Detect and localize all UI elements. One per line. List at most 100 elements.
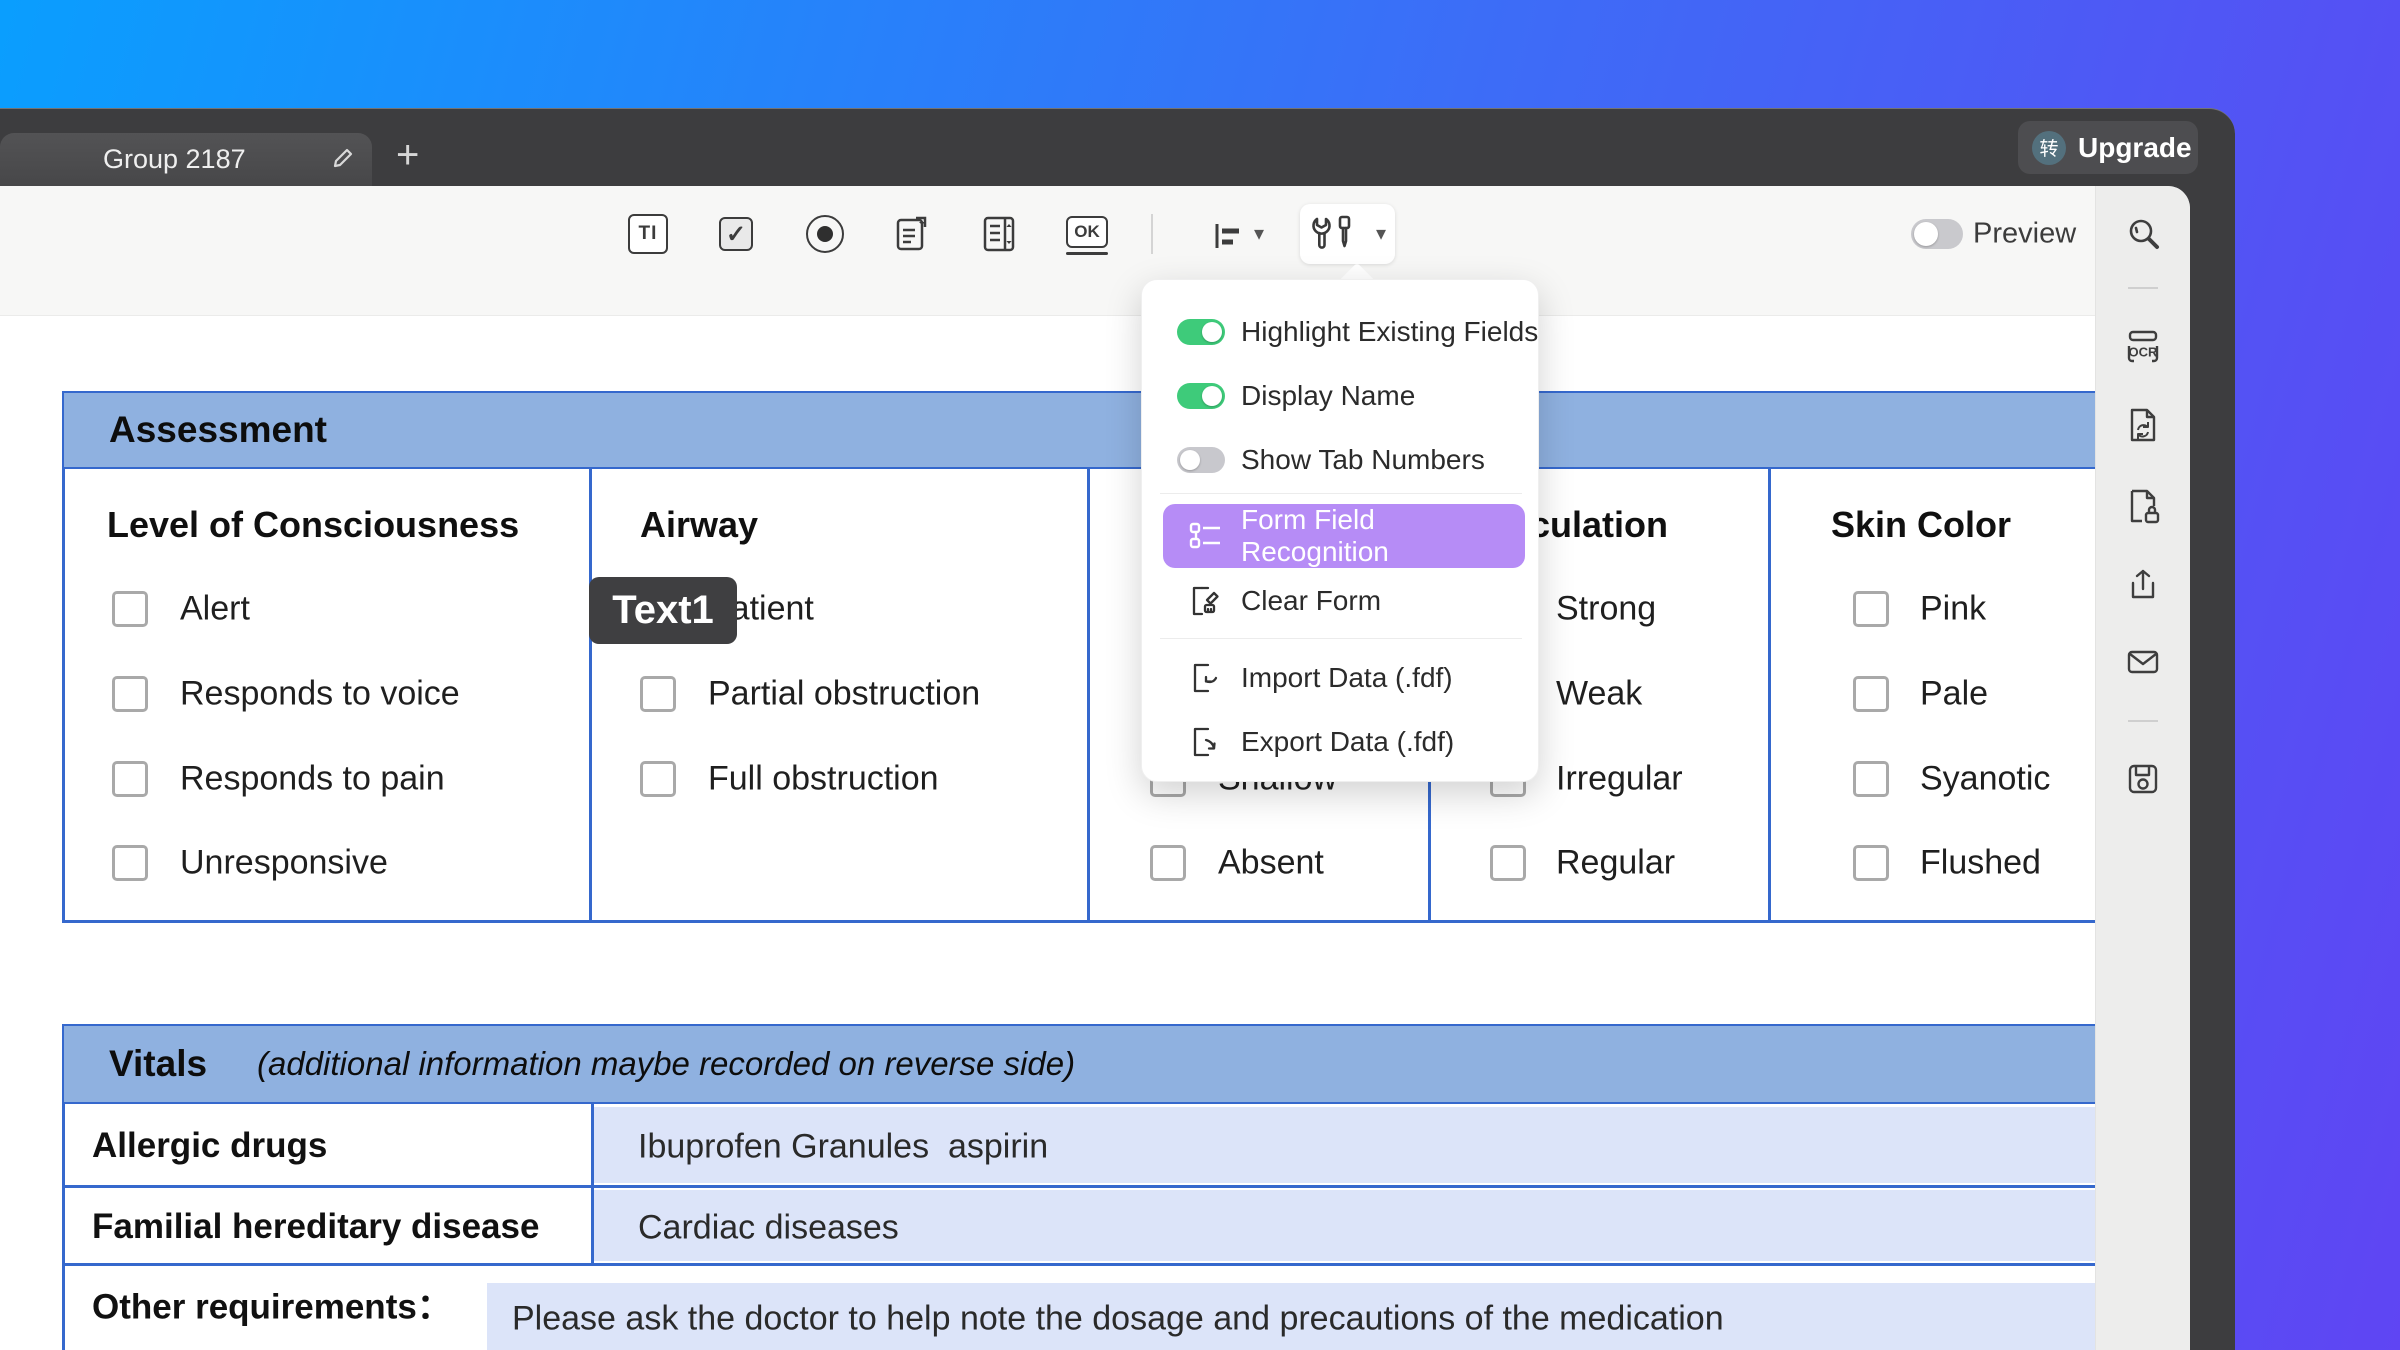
rename-tab-icon[interactable] — [330, 145, 356, 171]
familial-disease-value[interactable]: Cardiac diseases — [638, 1209, 899, 1248]
document-tab[interactable]: Group 2187 — [0, 133, 372, 186]
checkbox-responds-to-voice[interactable] — [112, 676, 148, 712]
table-border — [1087, 469, 1090, 923]
vitals-row-label: Other requirements： — [92, 1287, 452, 1327]
pdf-page: Assessment Level of Consciousness Airway… — [0, 316, 2095, 1350]
upgrade-badge-icon: 转 — [2032, 130, 2066, 165]
table-border — [62, 920, 2095, 923]
preview-toggle-knob — [1914, 222, 1938, 246]
mail-icon[interactable] — [2124, 643, 2162, 681]
sidebar-divider — [2128, 720, 2158, 722]
option-label: Full obstruction — [708, 759, 939, 798]
checkbox-alert[interactable] — [112, 591, 148, 627]
preview-label: Preview — [1973, 217, 2077, 250]
checkbox-full-obstruction[interactable] — [640, 761, 676, 797]
column-header-airway: Airway — [640, 504, 759, 545]
table-border — [62, 469, 65, 923]
option-label: Unresponsive — [180, 843, 388, 882]
vitals-row-label: Allergic drugs — [92, 1126, 328, 1165]
option-label: Responds to pain — [180, 759, 445, 798]
checkbox-flushed[interactable] — [1853, 845, 1889, 881]
toggle-display-name[interactable] — [1177, 383, 1225, 409]
import-data-icon — [1188, 661, 1222, 695]
search-icon[interactable] — [2124, 215, 2164, 255]
toggle-highlight-existing-fields[interactable] — [1177, 319, 1225, 345]
option-label: Flushed — [1920, 843, 2041, 882]
ocr-icon-label: OCR — [2128, 344, 2158, 360]
ocr-icon[interactable]: OCR — [2124, 328, 2162, 366]
list-box-tool[interactable] — [977, 212, 1021, 256]
checkbox-responds-to-pain[interactable] — [112, 761, 148, 797]
menu-panel: Highlight Existing Fields Display Name S… — [1141, 279, 1539, 782]
save-icon[interactable] — [2124, 760, 2162, 798]
menu-toggle-label[interactable]: Highlight Existing Fields — [1241, 316, 1538, 348]
menu-item-import-data[interactable]: Import Data (.fdf) — [1241, 662, 1453, 694]
new-tab-button[interactable]: + — [396, 135, 419, 175]
option-label: Pink — [1920, 589, 1987, 628]
checkbox-pink[interactable] — [1853, 591, 1889, 627]
upgrade-button[interactable]: 转 Upgrade — [2018, 121, 2198, 174]
table-border — [62, 1185, 2095, 1188]
form-field-recognition-icon — [1189, 521, 1223, 551]
option-label: Alert — [180, 589, 250, 628]
option-label: Pale — [1920, 674, 1989, 713]
checkbox-unresponsive[interactable] — [112, 845, 148, 881]
option-label: Syanotic — [1920, 759, 2051, 798]
table-border — [62, 1263, 2095, 1266]
align-fields-tool[interactable] — [1208, 216, 1248, 256]
checkbox-partial-obstruction[interactable] — [640, 676, 676, 712]
menu-item-clear-form[interactable]: Clear Form — [1241, 585, 1381, 617]
form-more-tools-button[interactable]: ▾ — [1300, 204, 1395, 264]
toggle-show-tab-numbers[interactable] — [1177, 447, 1225, 473]
convert-document-icon[interactable] — [2124, 406, 2162, 444]
table-border — [589, 469, 592, 923]
vitals-note: (additional information maybe recorded o… — [257, 1045, 1076, 1082]
table-border — [1768, 469, 1771, 923]
share-icon[interactable] — [2124, 565, 2162, 603]
preview-toggle[interactable] — [1911, 219, 1963, 249]
allergic-drugs-value[interactable]: Ibuprofen Granules aspirin — [638, 1128, 1048, 1167]
sidebar-divider — [2128, 287, 2158, 289]
push-button-base — [1066, 252, 1108, 255]
form-field-name-badge[interactable]: Text1 — [589, 577, 737, 644]
tools-dropdown-caret: ▾ — [1376, 223, 1387, 245]
right-sidebar: OCR — [2095, 186, 2190, 1350]
vitals-row-label: Familial hereditary disease — [92, 1207, 540, 1246]
app-window: Group 2187 + 转 Upgrade TI ✓ OK ▾ ▾ Previ… — [0, 108, 2235, 1350]
export-data-icon — [1188, 725, 1222, 759]
radio-button-tool[interactable] — [806, 215, 844, 253]
menu-toggle-label[interactable]: Show Tab Numbers — [1241, 444, 1485, 476]
desktop-background: Group 2187 + 转 Upgrade TI ✓ OK ▾ ▾ Previ… — [0, 0, 2400, 1350]
table-border — [62, 1104, 65, 1350]
checkbox-tool[interactable]: ✓ — [719, 217, 753, 251]
other-requirements-value[interactable]: Please ask the doctor to help note the d… — [512, 1300, 1724, 1339]
assessment-title: Assessment — [109, 409, 328, 450]
radio-dot — [817, 226, 833, 242]
upgrade-label: Upgrade — [2078, 131, 2192, 163]
align-dropdown-caret[interactable]: ▾ — [1254, 224, 1264, 244]
column-header-skin-color: Skin Color — [1831, 504, 2012, 545]
clear-form-icon — [1188, 584, 1222, 618]
toolbar-divider — [1151, 214, 1153, 254]
option-label: Irregular — [1556, 759, 1683, 798]
tab-title: Group 2187 — [103, 144, 246, 174]
option-label: Weak — [1556, 674, 1643, 713]
menu-item-export-data[interactable]: Export Data (.fdf) — [1241, 726, 1454, 758]
checkbox-syanotic[interactable] — [1853, 761, 1889, 797]
vitals-header-bar: Vitals (additional information maybe rec… — [62, 1024, 2095, 1104]
combo-box-tool[interactable] — [889, 212, 933, 256]
text-field-tool-glyph: TI — [638, 223, 658, 244]
menu-toggle-label[interactable]: Display Name — [1241, 380, 1415, 412]
checkbox-regular[interactable] — [1490, 845, 1526, 881]
content-panel: TI ✓ OK ▾ ▾ Preview OCR Assessment Level… — [0, 186, 2190, 1350]
option-label: Absent — [1218, 843, 1324, 882]
column-header-level-of-consciousness: Level of Consciousness — [107, 504, 520, 545]
form-tools-menu: Highlight Existing Fields Display Name S… — [1141, 262, 1539, 786]
menu-item-form-field-recognition[interactable]: Form Field Recognition — [1163, 504, 1525, 568]
document-lock-icon[interactable] — [2124, 487, 2162, 525]
text-field-tool[interactable]: TI — [628, 214, 668, 254]
checkbox-pale[interactable] — [1853, 676, 1889, 712]
push-button-tool[interactable]: OK — [1066, 216, 1108, 248]
option-label: Responds to voice — [180, 674, 460, 713]
checkbox-absent[interactable] — [1150, 845, 1186, 881]
